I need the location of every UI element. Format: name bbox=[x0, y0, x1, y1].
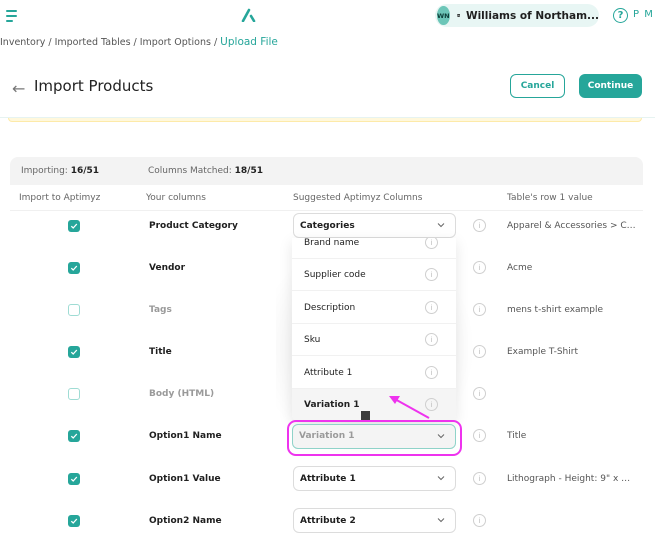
select-value: Variation 1 bbox=[299, 431, 355, 441]
info-icon[interactable]: i bbox=[425, 398, 438, 411]
chevron-down-icon bbox=[437, 434, 445, 439]
store-icon bbox=[456, 14, 460, 18]
breadcrumb-imported-tables[interactable]: Imported Tables bbox=[55, 37, 131, 48]
your-column-name: Option2 Name bbox=[149, 516, 222, 526]
importing-label: Importing: bbox=[21, 166, 68, 176]
info-icon[interactable]: i bbox=[425, 333, 438, 346]
dropdown-option[interactable]: Description i bbox=[292, 292, 456, 324]
org-avatar: WN bbox=[437, 6, 450, 25]
option-label: Attribute 1 bbox=[304, 368, 353, 378]
import-checkbox[interactable] bbox=[68, 262, 80, 274]
hamburger-menu-icon[interactable] bbox=[6, 10, 18, 22]
import-checkbox[interactable] bbox=[68, 430, 80, 442]
row1-value: mens t-shirt example bbox=[507, 305, 604, 315]
dropdown-option[interactable]: Brand name i bbox=[292, 238, 456, 259]
page-header: ← Import Products Cancel Continue bbox=[0, 62, 655, 118]
row1-value: Title bbox=[507, 431, 527, 441]
import-checkbox[interactable] bbox=[68, 304, 80, 316]
option-label: Supplier code bbox=[304, 270, 366, 280]
chevron-down-icon bbox=[437, 476, 445, 481]
breadcrumb-inventory[interactable]: Inventory bbox=[0, 37, 45, 48]
user-menu[interactable]: P M bbox=[633, 9, 654, 20]
cancel-button[interactable]: Cancel bbox=[510, 74, 565, 98]
suggested-column-select[interactable]: Attribute 2 bbox=[293, 508, 456, 533]
option-label: Description bbox=[304, 303, 356, 313]
your-column-name: Body (HTML) bbox=[149, 389, 215, 399]
select-value: Attribute 1 bbox=[300, 474, 356, 484]
org-name: Williams of Northam... bbox=[465, 9, 599, 22]
header-your-columns: Your columns bbox=[146, 193, 206, 203]
your-column-name: Option1 Name bbox=[149, 431, 222, 441]
info-icon[interactable]: i bbox=[473, 514, 486, 527]
your-column-name: Tags bbox=[149, 305, 172, 315]
mouse-cursor bbox=[361, 411, 370, 420]
your-column-name: Product Category bbox=[149, 221, 238, 231]
option-label: Brand name bbox=[304, 238, 360, 248]
warning-banner bbox=[8, 118, 642, 122]
info-icon[interactable]: i bbox=[425, 268, 438, 281]
info-icon[interactable]: i bbox=[473, 219, 486, 232]
import-checkbox[interactable] bbox=[68, 388, 80, 400]
importing-value: 16/51 bbox=[70, 166, 100, 176]
columns-matched-count: Columns Matched: 18/51 bbox=[148, 166, 263, 176]
row1-value: Apparel & Accessories > Clot... bbox=[507, 221, 637, 231]
summary-bar: Importing: 16/51 Columns Matched: 18/51 bbox=[10, 157, 643, 185]
import-checkbox[interactable] bbox=[68, 473, 80, 485]
dropdown-option[interactable]: Attribute 1 i bbox=[292, 357, 456, 389]
info-icon[interactable]: i bbox=[473, 261, 486, 274]
your-column-name: Vendor bbox=[149, 263, 186, 273]
suggested-column-select[interactable]: Attribute 1 bbox=[293, 466, 456, 491]
your-column-name: Option1 Value bbox=[149, 474, 221, 484]
your-column-name: Title bbox=[149, 347, 172, 357]
import-checkbox[interactable] bbox=[68, 346, 80, 358]
info-icon[interactable]: i bbox=[425, 238, 438, 249]
help-circle-icon[interactable]: ? bbox=[613, 8, 628, 23]
option-label: Sku bbox=[304, 335, 321, 345]
breadcrumb-import-options[interactable]: Import Options bbox=[140, 37, 211, 48]
top-bar: WN Williams of Northam... ? P M bbox=[0, 0, 655, 34]
chevron-down-icon bbox=[437, 223, 445, 228]
table-row: Option2 Name Attribute 2 i bbox=[0, 500, 633, 537]
dropdown-option[interactable]: Sku i bbox=[292, 324, 456, 356]
import-checkbox[interactable] bbox=[68, 220, 80, 232]
breadcrumb-separator: / bbox=[133, 37, 137, 48]
dropdown-option[interactable]: Variation 1 i bbox=[292, 389, 456, 421]
row1-value: Acme bbox=[507, 263, 533, 273]
aptimyz-logo-icon[interactable] bbox=[241, 8, 257, 22]
suggested-column-dropdown[interactable]: Brand name i Supplier code i Description i Sku… bbox=[292, 238, 456, 421]
dropdown-option[interactable]: Supplier code i bbox=[292, 259, 456, 291]
matched-value: 18/51 bbox=[234, 166, 263, 176]
table-row: Option1 Value Attribute 1 i Lithograph - He… bbox=[0, 458, 637, 500]
suggested-column-select[interactable]: Categories bbox=[293, 213, 456, 238]
option-label: Variation 1 bbox=[304, 400, 360, 410]
info-icon[interactable]: i bbox=[473, 345, 486, 358]
info-icon[interactable]: i bbox=[473, 472, 486, 485]
arrow-left-icon[interactable]: ← bbox=[12, 79, 25, 98]
breadcrumb-separator: / bbox=[213, 37, 218, 48]
option1-name-select[interactable]: Variation 1 bbox=[292, 424, 456, 449]
select-value: Attribute 2 bbox=[300, 516, 356, 526]
page-title: Import Products bbox=[34, 77, 154, 95]
info-icon[interactable]: i bbox=[473, 429, 486, 442]
header-suggested: Suggested Aptimyz Columns bbox=[293, 193, 423, 203]
header-row1-value: Table's row 1 value bbox=[507, 193, 593, 203]
breadcrumb: Inventory / Imported Tables / Import Options… bbox=[0, 36, 278, 48]
row1-value: Lithograph - Height: 9" x Widt... bbox=[507, 474, 637, 484]
select-value: Categories bbox=[300, 221, 355, 231]
organization-switcher[interactable]: WN Williams of Northam... bbox=[435, 4, 599, 27]
info-icon[interactable]: i bbox=[425, 366, 438, 379]
matched-label: Columns Matched: bbox=[148, 166, 232, 176]
info-icon[interactable]: i bbox=[473, 303, 486, 316]
continue-button[interactable]: Continue bbox=[579, 74, 642, 98]
breadcrumb-separator: / bbox=[48, 37, 52, 48]
info-icon[interactable]: i bbox=[425, 301, 438, 314]
import-checkbox[interactable] bbox=[68, 515, 80, 527]
info-icon[interactable]: i bbox=[473, 387, 486, 400]
breadcrumb-current: Upload File bbox=[220, 36, 278, 48]
row1-value: Example T-Shirt bbox=[507, 347, 578, 357]
importing-count: Importing: 16/51 bbox=[21, 166, 99, 176]
header-import: Import to Aptimyz bbox=[19, 193, 101, 203]
chevron-down-icon bbox=[437, 518, 445, 523]
